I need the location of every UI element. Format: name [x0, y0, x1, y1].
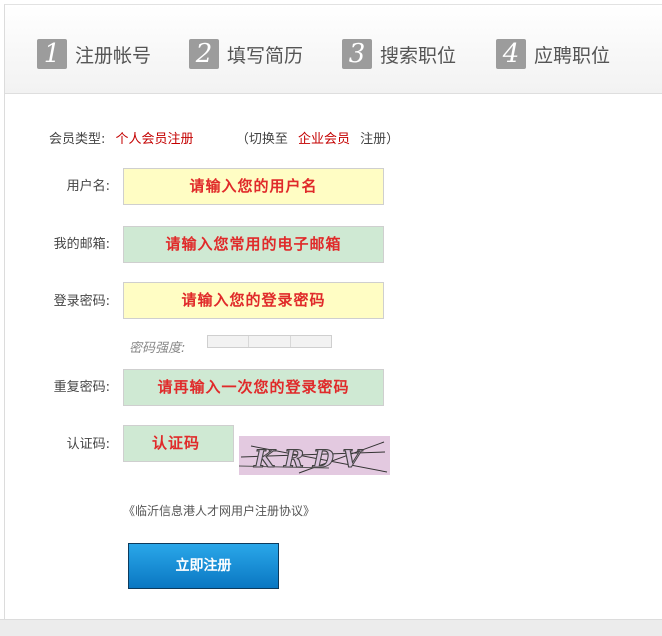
strength-segment-weak	[208, 336, 250, 347]
password-input[interactable]: 请输入您的登录密码	[123, 282, 384, 319]
captcha-image[interactable]: KRDV	[238, 436, 390, 475]
step-label: 应聘职位	[534, 44, 611, 67]
captcha-text: KRDV	[251, 444, 373, 473]
email-label: 我的邮箱:	[53, 237, 110, 252]
step-fill-resume: 2 填写简历	[189, 39, 303, 69]
strength-segment-strong	[291, 336, 331, 347]
strength-segment-medium	[249, 336, 291, 347]
step-label: 注册帐号	[75, 44, 152, 67]
step-label: 填写简历	[227, 44, 304, 67]
step-search-jobs: 3 搜索职位	[342, 39, 456, 69]
member-type-row: 会员类型: 个人会员注册 （切换至 企业会员 注册）	[49, 128, 399, 147]
step-number: 2	[189, 39, 219, 69]
password-label: 登录密码:	[53, 294, 110, 309]
repeat-password-input[interactable]: 请再输入一次您的登录密码	[123, 369, 384, 406]
step-number: 4	[496, 39, 526, 69]
repeat-password-label: 重复密码:	[53, 380, 110, 395]
footer-bar	[0, 619, 662, 636]
agreement-row: 《临沂信息港人才网用户注册协议》	[123, 502, 315, 519]
step-number: 1	[37, 39, 67, 69]
email-input[interactable]: 请输入您常用的电子邮箱	[123, 226, 384, 263]
member-type-label: 会员类型:	[49, 132, 106, 147]
switch-suffix: 注册）	[360, 132, 400, 147]
register-button[interactable]: 立即注册	[128, 543, 279, 589]
username-label: 用户名:	[66, 179, 110, 194]
step-apply-jobs: 4 应聘职位	[496, 39, 610, 69]
password-strength-label: 密码强度:	[129, 341, 186, 356]
step-number: 3	[342, 39, 372, 69]
switch-prefix: （切换至	[235, 132, 288, 147]
password-strength-meter	[207, 335, 332, 348]
step-label: 搜索职位	[380, 44, 457, 67]
agreement-link[interactable]: 《临沂信息港人才网用户注册协议》	[123, 504, 315, 518]
username-input[interactable]: 请输入您的用户名	[123, 168, 384, 205]
captcha-graphic: KRDV	[238, 436, 390, 475]
step-register-account: 1 注册帐号	[37, 39, 151, 69]
switch-enterprise-link[interactable]: 企业会员	[298, 132, 350, 147]
member-type-current: 个人会员注册	[115, 132, 194, 147]
captcha-label: 认证码:	[66, 437, 110, 452]
steps-header: 1 注册帐号 2 填写简历 3 搜索职位 4 应聘职位	[5, 5, 662, 94]
captcha-input[interactable]: 认证码	[123, 425, 234, 462]
